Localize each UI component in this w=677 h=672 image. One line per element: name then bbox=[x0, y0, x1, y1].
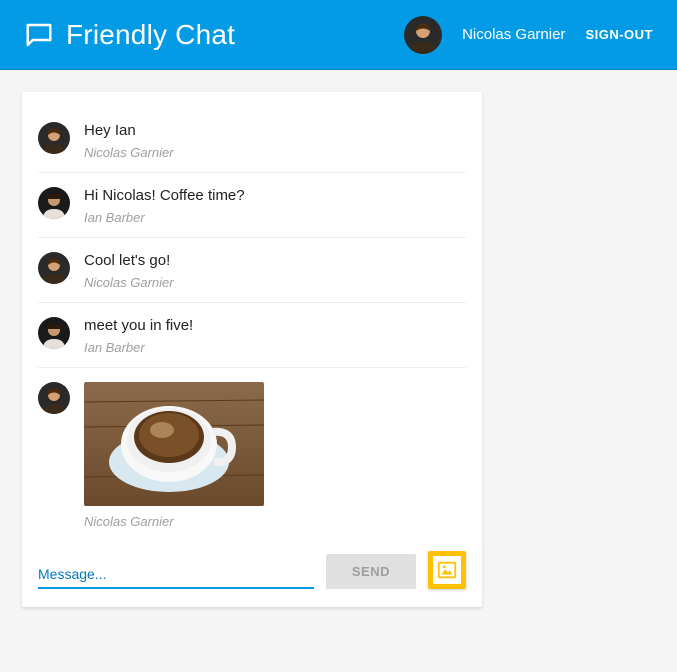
app-title: Friendly Chat bbox=[66, 19, 235, 51]
message-avatar bbox=[38, 382, 70, 414]
messages-list: Hey Ian Nicolas Garnier Hi Nicolas! Coff… bbox=[38, 108, 466, 541]
header-right: Nicolas Garnier SIGN-OUT bbox=[404, 16, 653, 54]
message-body: meet you in five! Ian Barber bbox=[84, 317, 193, 355]
message-row: Nicolas Garnier bbox=[38, 368, 466, 541]
message-text: Hi Nicolas! Coffee time? bbox=[84, 187, 245, 204]
message-input-wrap bbox=[38, 560, 314, 589]
message-row: Hey Ian Nicolas Garnier bbox=[38, 108, 466, 173]
message-row: Hi Nicolas! Coffee time? Ian Barber bbox=[38, 173, 466, 238]
message-avatar bbox=[38, 187, 70, 219]
message-author: Ian Barber bbox=[84, 340, 193, 355]
image-icon bbox=[433, 556, 461, 584]
message-body: Nicolas Garnier bbox=[84, 382, 264, 529]
message-body: Hey Ian Nicolas Garnier bbox=[84, 122, 174, 160]
message-avatar bbox=[38, 122, 70, 154]
send-button[interactable]: SEND bbox=[326, 554, 416, 589]
message-text: meet you in five! bbox=[84, 317, 193, 334]
chat-card: Hey Ian Nicolas Garnier Hi Nicolas! Coff… bbox=[22, 92, 482, 607]
message-body: Cool let's go! Nicolas Garnier bbox=[84, 252, 174, 290]
message-input[interactable] bbox=[38, 560, 314, 589]
message-author: Ian Barber bbox=[84, 210, 245, 225]
chat-icon bbox=[24, 20, 54, 50]
message-author: Nicolas Garnier bbox=[84, 275, 174, 290]
message-author: Nicolas Garnier bbox=[84, 145, 174, 160]
header-avatar[interactable] bbox=[404, 16, 442, 54]
message-text: Cool let's go! bbox=[84, 252, 174, 269]
message-row: Cool let's go! Nicolas Garnier bbox=[38, 238, 466, 303]
header-user-name: Nicolas Garnier bbox=[462, 26, 565, 43]
upload-image-button[interactable] bbox=[428, 551, 466, 589]
message-row: meet you in five! Ian Barber bbox=[38, 303, 466, 368]
signout-button[interactable]: SIGN-OUT bbox=[585, 27, 653, 42]
message-author: Nicolas Garnier bbox=[84, 514, 264, 529]
compose-area: SEND bbox=[38, 551, 466, 589]
message-body: Hi Nicolas! Coffee time? Ian Barber bbox=[84, 187, 245, 225]
message-avatar bbox=[38, 317, 70, 349]
message-text: Hey Ian bbox=[84, 122, 174, 139]
message-avatar bbox=[38, 252, 70, 284]
app-header: Friendly Chat Nicolas Garnier SIGN-OUT bbox=[0, 0, 677, 70]
header-left: Friendly Chat bbox=[24, 19, 235, 51]
message-image[interactable] bbox=[84, 382, 264, 506]
